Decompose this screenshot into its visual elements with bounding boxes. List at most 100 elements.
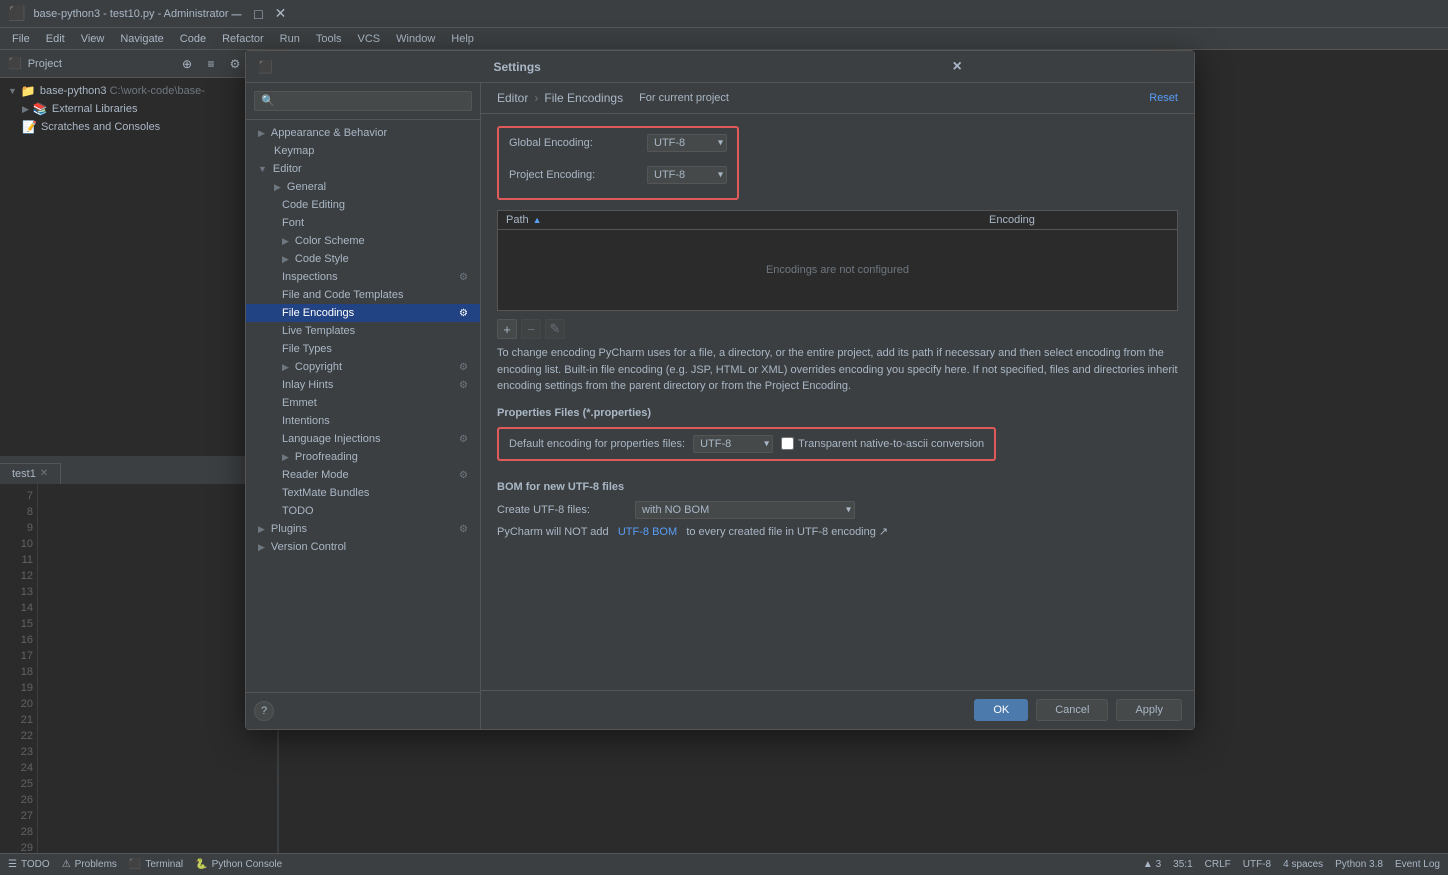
nav-label-appearance: Appearance & Behavior — [271, 127, 387, 139]
library-icon: 📚 — [33, 102, 48, 116]
python-version-status[interactable]: Python 3.8 — [1335, 859, 1383, 870]
nav-item-vcs[interactable]: ▶ Version Control — [246, 538, 480, 556]
python-console-status[interactable]: 🐍 Python Console — [195, 859, 282, 870]
tree-label-ext-libs: External Libraries — [52, 103, 138, 115]
ok-button[interactable]: OK — [974, 699, 1028, 721]
encoding-status[interactable]: UTF-8 — [1243, 859, 1271, 870]
nav-item-emmet[interactable]: Emmet — [246, 394, 480, 412]
tree-item-ext-libs[interactable]: ▶ 📚 External Libraries — [0, 100, 277, 118]
arrow-code-style: ▶ — [282, 254, 289, 265]
properties-highlight-box: Default encoding for properties files: U… — [497, 427, 996, 461]
dialog-close-button[interactable]: × — [953, 58, 1183, 76]
sidebar-more-btn[interactable]: ⚙ — [225, 54, 245, 74]
nav-item-inspections[interactable]: Inspections ⚙ — [246, 268, 480, 286]
sidebar-project-icon: ⬛ — [8, 57, 22, 70]
add-path-button[interactable]: + — [497, 319, 517, 339]
event-log-status[interactable]: Event Log — [1395, 859, 1440, 870]
nav-item-code-style[interactable]: ▶ Code Style — [246, 250, 480, 268]
nav-item-keymap[interactable]: Keymap — [246, 142, 480, 160]
nav-item-inlay-hints[interactable]: Inlay Hints ⚙ — [246, 376, 480, 394]
sidebar-sync-btn[interactable]: ⊕ — [177, 54, 197, 74]
nav-item-proofreading[interactable]: ▶ Proofreading — [246, 448, 480, 466]
nav-item-color-scheme[interactable]: ▶ Color Scheme — [246, 232, 480, 250]
menu-navigate[interactable]: Navigate — [112, 31, 171, 47]
nav-item-file-types[interactable]: File Types — [246, 340, 480, 358]
breadcrumb-current: File Encodings — [544, 91, 623, 105]
nav-item-intentions[interactable]: Intentions — [246, 412, 480, 430]
maximize-button[interactable]: □ — [250, 6, 266, 22]
prop-encoding-select[interactable]: UTF-8 — [693, 435, 773, 453]
editor-tab-test1[interactable]: test1 ✕ — [0, 463, 61, 484]
menu-help[interactable]: Help — [443, 31, 482, 47]
reset-link[interactable]: Reset — [1149, 92, 1178, 104]
title-bar-controls: ─ □ ✕ — [228, 6, 288, 22]
nav-label-textmate: TextMate Bundles — [282, 487, 369, 499]
edit-path-button[interactable]: ✎ — [545, 319, 565, 339]
menu-view[interactable]: View — [73, 31, 113, 47]
crlf-status[interactable]: CRLF — [1205, 859, 1231, 870]
tree-item-project[interactable]: ▼ 📁 base-python3 C:\work-code\base- — [0, 82, 277, 100]
nav-item-file-templates[interactable]: File and Code Templates — [246, 286, 480, 304]
nav-item-todo[interactable]: TODO — [246, 502, 480, 520]
tab-close-icon[interactable]: ✕ — [40, 468, 48, 479]
dialog-body: ▶ Appearance & Behavior Keymap ▼ Editor … — [246, 83, 1194, 729]
transparent-checkbox[interactable] — [781, 437, 794, 450]
nav-item-font[interactable]: Font — [246, 214, 480, 232]
menu-edit[interactable]: Edit — [38, 31, 73, 47]
nav-label-proofreading: Proofreading — [295, 451, 358, 463]
settings-search-input[interactable] — [254, 91, 472, 111]
project-encoding-row: Project Encoding: UTF-8 — [509, 166, 727, 184]
menu-run[interactable]: Run — [272, 31, 308, 47]
status-right: ▲ 3 35:1 CRLF UTF-8 4 spaces Python 3.8 … — [1143, 859, 1440, 870]
apply-button[interactable]: Apply — [1116, 699, 1182, 721]
todo-status[interactable]: ☰ TODO — [8, 859, 50, 870]
sidebar-collapse-btn[interactable]: ≡ — [201, 54, 221, 74]
nav-label-copyright: Copyright — [295, 361, 342, 373]
menu-tools[interactable]: Tools — [308, 31, 350, 47]
problems-status[interactable]: ⚠ Problems — [62, 859, 117, 870]
menu-file[interactable]: File — [4, 31, 38, 47]
project-encoding-select-wrapper: UTF-8 — [647, 166, 727, 184]
nav-item-editor[interactable]: ▼ Editor — [246, 160, 480, 178]
nav-item-plugins[interactable]: ▶ Plugins ⚙ — [246, 520, 480, 538]
nav-item-live-templates[interactable]: Live Templates — [246, 322, 480, 340]
nav-label-inlay-hints: Inlay Hints — [282, 379, 333, 391]
warnings-status[interactable]: ▲ 3 — [1143, 859, 1161, 870]
arrow-general: ▶ — [274, 182, 281, 193]
help-button[interactable]: ? — [254, 701, 274, 721]
nav-item-general[interactable]: ▶ General — [246, 178, 480, 196]
project-encoding-select[interactable]: UTF-8 — [647, 166, 727, 184]
bom-select[interactable]: with NO BOM with BOM — [635, 501, 855, 519]
menu-window[interactable]: Window — [388, 31, 443, 47]
spaces-status[interactable]: 4 spaces — [1283, 859, 1323, 870]
spaces-label: 4 spaces — [1283, 859, 1323, 870]
tree-arrow-project: ▼ — [8, 86, 17, 96]
menu-refactor[interactable]: Refactor — [214, 31, 272, 47]
nav-item-textmate[interactable]: TextMate Bundles — [246, 484, 480, 502]
position-status[interactable]: 35:1 — [1173, 859, 1192, 870]
python-console-label: Python Console — [212, 859, 283, 870]
remove-path-button[interactable]: − — [521, 319, 541, 339]
python-console-icon: 🐍 — [195, 859, 207, 870]
terminal-status[interactable]: ⬛ Terminal — [129, 859, 183, 870]
bom-note-link[interactable]: UTF-8 BOM — [618, 526, 677, 538]
nav-item-lang-injections[interactable]: Language Injections ⚙ — [246, 430, 480, 448]
global-encoding-select[interactable]: UTF-8 — [647, 134, 727, 152]
nav-item-reader-mode[interactable]: Reader Mode ⚙ — [246, 466, 480, 484]
nav-item-appearance[interactable]: ▶ Appearance & Behavior — [246, 124, 480, 142]
nav-item-copyright[interactable]: ▶ Copyright ⚙ — [246, 358, 480, 376]
menu-vcs[interactable]: VCS — [350, 31, 389, 47]
menu-code[interactable]: Code — [172, 31, 214, 47]
dialog-title-label: Settings — [494, 60, 724, 74]
close-button[interactable]: ✕ — [272, 6, 288, 22]
editor-code-area[interactable] — [38, 484, 277, 854]
settings-dialog: ⬛ Settings × ▶ Appearance & Behavior — [245, 50, 1195, 730]
arrow-appearance: ▶ — [258, 128, 265, 139]
title-bar: ⬛ base-python3 - test10.py - Administrat… — [0, 0, 1448, 28]
nav-item-file-encodings[interactable]: File Encodings ⚙ — [246, 304, 480, 322]
minimize-button[interactable]: ─ — [228, 6, 244, 22]
tree-item-scratches[interactable]: 📝 Scratches and Consoles — [0, 118, 277, 136]
cancel-button[interactable]: Cancel — [1036, 699, 1108, 721]
breadcrumb: Editor › File Encodings — [497, 91, 623, 105]
nav-item-code-editing[interactable]: Code Editing — [246, 196, 480, 214]
